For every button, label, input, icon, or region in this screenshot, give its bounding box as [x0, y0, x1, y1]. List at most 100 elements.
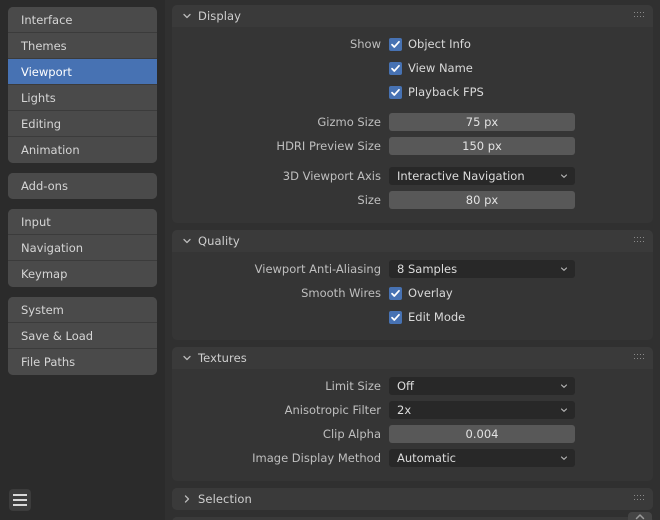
panel-textures: Textures Limit Size Off Anisotro [172, 347, 653, 481]
checkbox-label: Edit Mode [408, 310, 465, 324]
checkmark-icon [389, 287, 402, 300]
panel-selection-header[interactable]: Selection [172, 488, 653, 510]
panel-display: Display Show Object Info [172, 5, 653, 223]
chevron-down-icon [559, 171, 569, 181]
gizmo-size-input[interactable]: 75 px [389, 113, 575, 131]
row-anisotropic-filter: Anisotropic Filter 2x [172, 399, 653, 421]
sidebar-group-system: System Save & Load File Paths [8, 297, 157, 375]
sidebar-group-addons: Add-ons [8, 173, 157, 199]
chevron-down-icon [181, 235, 193, 247]
sidebar-item-add-ons[interactable]: Add-ons [8, 173, 157, 199]
panel-drag-handle[interactable] [634, 495, 645, 502]
sidebar-item-themes[interactable]: Themes [8, 33, 157, 59]
panel-textures-header[interactable]: Textures [172, 347, 653, 369]
checkbox-smooth-wires-edit-mode[interactable]: Edit Mode [389, 310, 465, 324]
viewport-axis-label: 3D Viewport Axis [172, 169, 389, 183]
sidebar-item-lights[interactable]: Lights [8, 85, 157, 111]
panel-selection: Selection [172, 488, 653, 510]
row-smooth-wires-overlay: Smooth Wires Overlay [172, 282, 653, 304]
checkbox-playback-fps[interactable]: Playback FPS [389, 85, 484, 99]
gizmo-size-label: Gizmo Size [172, 115, 389, 129]
checkbox-view-name[interactable]: View Name [389, 61, 473, 75]
row-clip-alpha: Clip Alpha 0.004 [172, 423, 653, 445]
chevron-up-icon [634, 513, 646, 520]
chevron-down-icon [559, 264, 569, 274]
panel-quality-body: Viewport Anti-Aliasing 8 Samples Smooth … [172, 252, 653, 340]
sidebar-item-editing[interactable]: Editing [8, 111, 157, 137]
viewport-axis-dropdown[interactable]: Interactive Navigation [389, 167, 575, 185]
panel-display-title: Display [198, 9, 241, 23]
limit-size-dropdown[interactable]: Off [389, 377, 575, 395]
checkbox-object-info[interactable]: Object Info [389, 37, 471, 51]
sidebar-item-animation[interactable]: Animation [8, 137, 157, 163]
smooth-wires-label: Smooth Wires [172, 286, 389, 300]
checkbox-label: View Name [408, 61, 473, 75]
preferences-window: Interface Themes Viewport Lights Editing… [0, 0, 660, 520]
row-gizmo-size: Gizmo Size 75 px [172, 111, 653, 133]
row-show-object-info: Show Object Info [172, 33, 653, 55]
panel-display-body: Show Object Info View Name [172, 27, 653, 223]
anisotropic-filter-dropdown[interactable]: 2x [389, 401, 575, 419]
sidebar-item-save-and-load[interactable]: Save & Load [8, 323, 157, 349]
sidebar-item-system[interactable]: System [8, 297, 157, 323]
sidebar-item-interface[interactable]: Interface [8, 7, 157, 33]
row-3d-viewport-axis: 3D Viewport Axis Interactive Navigation [172, 165, 653, 187]
sidebar-group-input: Input Navigation Keymap [8, 209, 157, 287]
row-limit-size: Limit Size Off [172, 375, 653, 397]
checkmark-icon [389, 86, 402, 99]
limit-size-value: Off [397, 379, 414, 393]
sidebar-item-navigation[interactable]: Navigation [8, 235, 157, 261]
chevron-down-icon [181, 10, 193, 22]
hamburger-menu-icon[interactable] [9, 489, 31, 511]
anti-aliasing-label: Viewport Anti-Aliasing [172, 262, 389, 276]
chevron-down-icon [559, 405, 569, 415]
image-display-method-dropdown[interactable]: Automatic [389, 449, 575, 467]
row-image-display-method: Image Display Method Automatic [172, 447, 653, 469]
hamburger-bar [13, 494, 27, 496]
sidebar-item-input[interactable]: Input [8, 209, 157, 235]
checkbox-label: Playback FPS [408, 85, 484, 99]
panel-selection-title: Selection [198, 492, 252, 506]
panel-quality-title: Quality [198, 234, 240, 248]
hamburger-bar [13, 499, 27, 501]
panel-textures-title: Textures [198, 351, 247, 365]
row-smooth-wires-edit-mode: Edit Mode [172, 306, 653, 328]
axis-size-input[interactable]: 80 px [389, 191, 575, 209]
hdri-preview-size-input[interactable]: 150 px [389, 137, 575, 155]
sidebar-item-viewport[interactable]: Viewport [8, 59, 157, 85]
anti-aliasing-dropdown[interactable]: 8 Samples [389, 260, 575, 278]
panel-drag-handle[interactable] [634, 12, 645, 19]
chevron-down-icon [559, 381, 569, 391]
clip-alpha-label: Clip Alpha [172, 427, 389, 441]
chevron-down-icon [181, 352, 193, 364]
panel-quality-header[interactable]: Quality [172, 230, 653, 252]
panel-drag-handle[interactable] [634, 237, 645, 244]
anisotropic-filter-label: Anisotropic Filter [172, 403, 389, 417]
anti-aliasing-value: 8 Samples [397, 262, 457, 276]
hdri-preview-size-label: HDRI Preview Size [172, 139, 389, 153]
axis-size-label: Size [172, 193, 389, 207]
scroll-to-top-button[interactable] [628, 512, 652, 520]
viewport-axis-value: Interactive Navigation [397, 169, 525, 183]
image-display-method-value: Automatic [397, 451, 456, 465]
panel-drag-handle[interactable] [634, 354, 645, 361]
panel-display-header[interactable]: Display [172, 5, 653, 27]
panel-textures-body: Limit Size Off Anisotropic Filter 2x [172, 369, 653, 481]
panel-quality: Quality Viewport Anti-Aliasing 8 Samples [172, 230, 653, 340]
row-axis-size: Size 80 px [172, 189, 653, 211]
clip-alpha-input[interactable]: 0.004 [389, 425, 575, 443]
checkbox-label: Object Info [408, 37, 471, 51]
sidebar-item-file-paths[interactable]: File Paths [8, 349, 157, 375]
row-show-playback-fps: Playback FPS [172, 81, 653, 103]
checkmark-icon [389, 311, 402, 324]
hamburger-bar [13, 504, 27, 506]
limit-size-label: Limit Size [172, 379, 389, 393]
chevron-right-icon [181, 493, 193, 505]
checkmark-icon [389, 38, 402, 51]
row-viewport-anti-aliasing: Viewport Anti-Aliasing 8 Samples [172, 258, 653, 280]
row-hdri-preview-size: HDRI Preview Size 150 px [172, 135, 653, 157]
sidebar-item-keymap[interactable]: Keymap [8, 261, 157, 287]
row-show-view-name: View Name [172, 57, 653, 79]
checkmark-icon [389, 62, 402, 75]
checkbox-smooth-wires-overlay[interactable]: Overlay [389, 286, 453, 300]
